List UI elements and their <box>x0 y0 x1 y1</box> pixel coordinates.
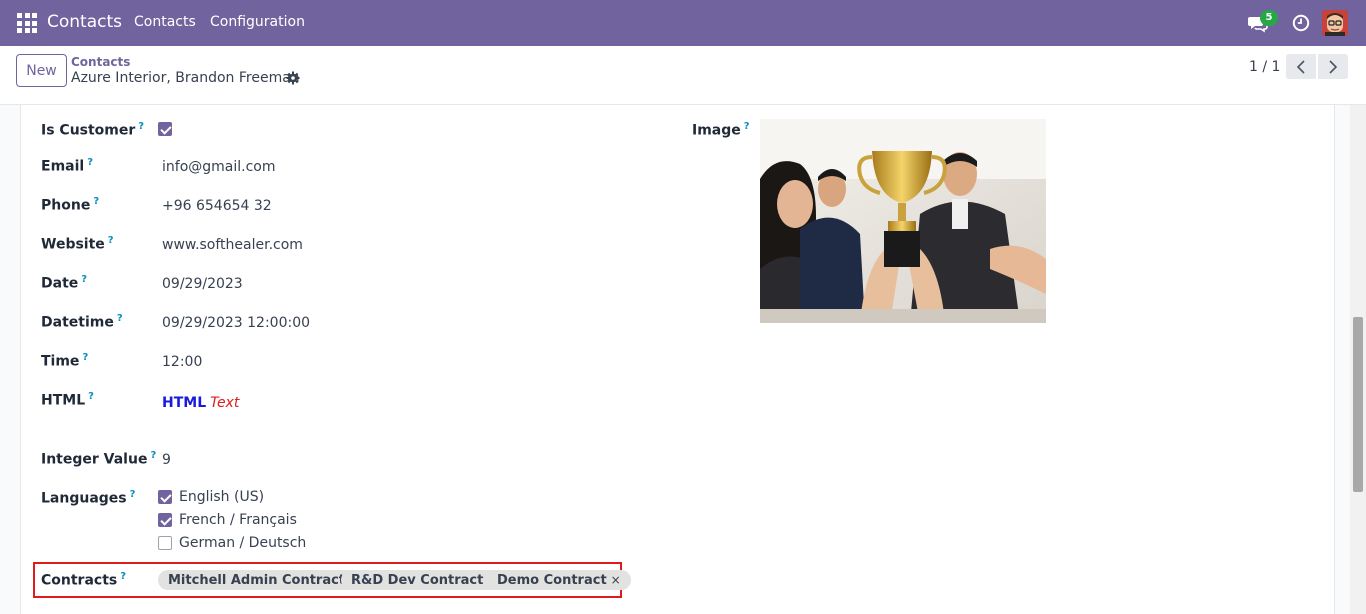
contract-tag[interactable]: Demo Contract × <box>487 570 631 590</box>
time-field[interactable]: 12:00 <box>162 354 202 370</box>
breadcrumb-current: Azure Interior, Brandon Freeman <box>71 70 300 86</box>
help-tooltip-icon[interactable]: ? <box>82 352 88 363</box>
datetime-label: Datetime? <box>41 313 123 331</box>
page-scrollbar[interactable] <box>1350 105 1366 614</box>
menu-contacts[interactable]: Contacts <box>134 14 196 30</box>
help-tooltip-icon[interactable]: ? <box>93 196 99 207</box>
is-customer-label: Is Customer? <box>41 121 145 139</box>
contact-image[interactable] <box>760 119 1046 323</box>
help-tooltip-icon[interactable]: ? <box>88 391 94 402</box>
languages-label: Languages? <box>41 489 136 507</box>
is-customer-checkbox[interactable] <box>158 122 172 136</box>
pager-previous-button[interactable] <box>1286 54 1316 79</box>
chevron-left-icon <box>1296 59 1305 74</box>
app-brand[interactable]: Contacts <box>47 12 122 32</box>
integer-value-label: Integer Value? <box>41 450 157 468</box>
chevron-right-icon <box>1329 59 1338 74</box>
date-label: Date? <box>41 274 88 292</box>
language-german-checkbox[interactable] <box>158 536 172 550</box>
pager-next-button[interactable] <box>1318 54 1348 79</box>
breadcrumb-parent[interactable]: Contacts <box>71 55 130 69</box>
email-field[interactable]: info@gmail.com <box>162 159 276 175</box>
phone-label: Phone? <box>41 196 100 214</box>
help-tooltip-icon[interactable]: ? <box>744 121 750 132</box>
gear-icon[interactable] <box>286 71 300 85</box>
help-tooltip-icon[interactable]: ? <box>117 313 123 324</box>
control-panel: New Contacts Azure Interior, Brandon Fre… <box>0 46 1366 105</box>
help-tooltip-icon[interactable]: ? <box>120 571 126 582</box>
menu-configuration[interactable]: Configuration <box>210 14 305 30</box>
help-tooltip-icon[interactable]: ? <box>138 121 144 132</box>
contracts-label: Contracts? <box>41 571 127 589</box>
trophy-celebration-image <box>760 119 1046 323</box>
activity-clock-icon[interactable] <box>1292 14 1310 32</box>
new-button[interactable]: New <box>16 54 67 87</box>
remove-tag-icon[interactable]: × <box>611 573 621 587</box>
language-french-label[interactable]: French / Français <box>179 512 297 528</box>
image-label: Image? <box>692 121 750 139</box>
language-english-label[interactable]: English (US) <box>179 489 264 505</box>
top-navbar: Contacts Contacts Configuration 5 <box>0 0 1366 46</box>
help-tooltip-icon[interactable]: ? <box>108 235 114 246</box>
contract-tag[interactable]: Mitchell Admin Contract× <box>158 570 370 590</box>
html-field[interactable]: HTML Text <box>162 395 239 411</box>
html-italic-text: Text <box>210 395 240 411</box>
time-label: Time? <box>41 352 89 370</box>
user-avatar[interactable] <box>1322 10 1348 36</box>
pager-value[interactable]: 1 / 1 <box>1249 59 1280 75</box>
scrollbar-thumb[interactable] <box>1353 317 1363 492</box>
email-label: Email? <box>41 157 94 175</box>
language-french-checkbox[interactable] <box>158 513 172 527</box>
website-label: Website? <box>41 235 114 253</box>
html-label: HTML? <box>41 391 94 409</box>
help-tooltip-icon[interactable]: ? <box>81 274 87 285</box>
integer-value-field[interactable]: 9 <box>162 452 171 468</box>
date-field[interactable]: 09/29/2023 <box>162 276 243 292</box>
help-tooltip-icon[interactable]: ? <box>150 450 156 461</box>
contract-tag[interactable]: R&D Dev Contract× <box>341 570 508 590</box>
language-english-checkbox[interactable] <box>158 490 172 504</box>
website-field[interactable]: www.softhealer.com <box>162 237 303 253</box>
chat-count-badge: 5 <box>1260 10 1278 26</box>
html-bold-text: HTML <box>162 395 207 411</box>
datetime-field[interactable]: 09/29/2023 12:00:00 <box>162 315 310 331</box>
help-tooltip-icon[interactable]: ? <box>130 489 136 500</box>
help-tooltip-icon[interactable]: ? <box>87 157 93 168</box>
language-german-label[interactable]: German / Deutsch <box>179 535 306 551</box>
phone-field[interactable]: +96 654654 32 <box>162 198 272 214</box>
apps-grid-icon[interactable] <box>16 12 38 34</box>
